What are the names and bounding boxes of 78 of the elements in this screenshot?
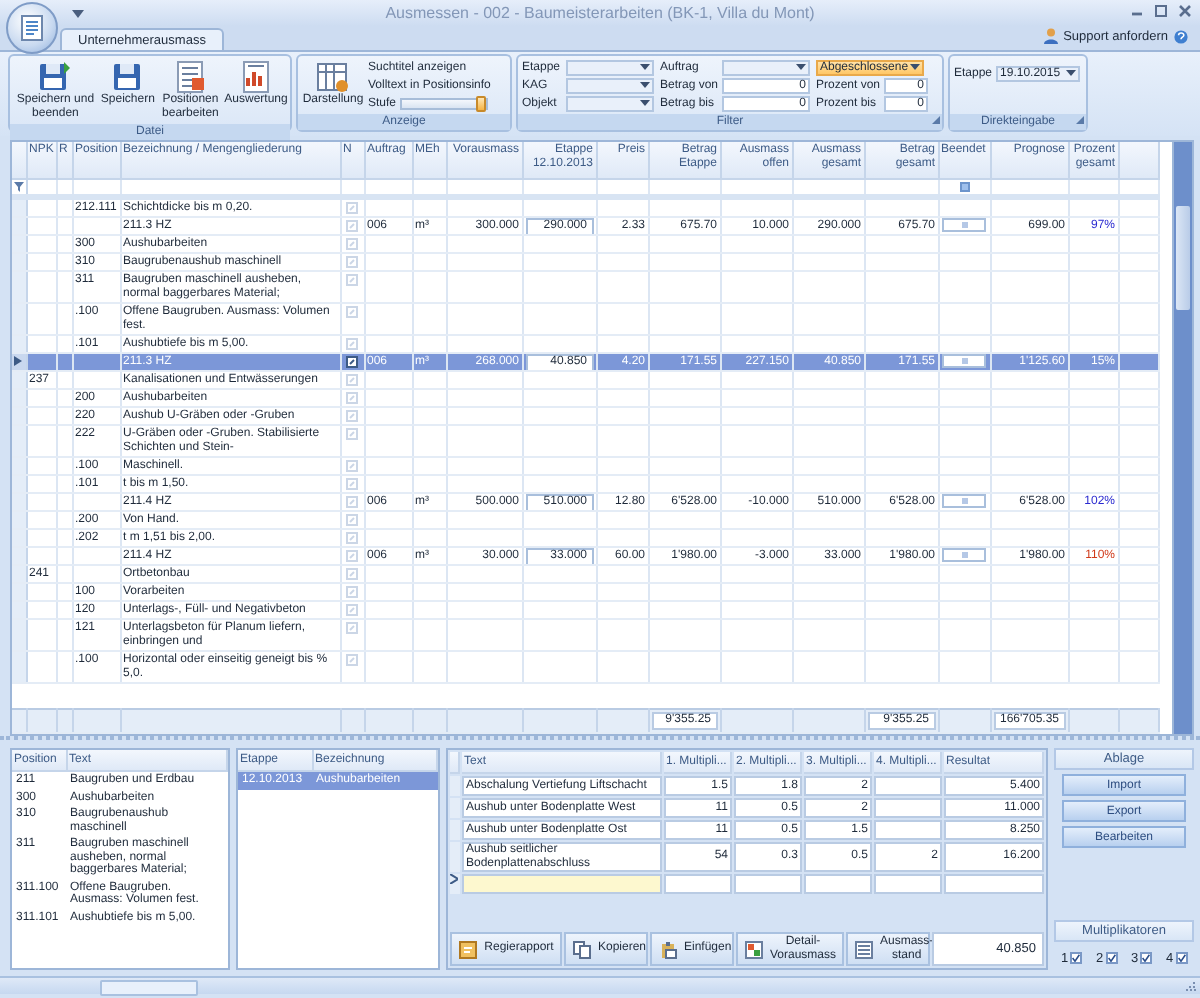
note-icon [346,513,358,525]
note-icon [346,391,358,403]
input-field[interactable] [874,820,942,840]
input-field[interactable] [944,874,1044,894]
checkbox-icon [959,181,969,191]
checkbox[interactable] [1175,952,1188,964]
note-icon [346,495,358,507]
note-icon [346,255,358,267]
note-icon [346,409,358,421]
report-icon [239,60,273,94]
note-icon [346,305,358,317]
expand-icon [932,116,940,124]
maximize-icon [1154,4,1168,18]
caret-icon [640,100,650,106]
input-field[interactable] [734,874,802,894]
checkbox[interactable] [1070,952,1083,964]
note-icon [346,477,358,489]
caret-icon [72,10,84,18]
save-icon [110,60,145,94]
paste-icon [658,939,678,959]
report-icon [458,939,478,959]
document-edit-icon [173,60,208,94]
note-icon [346,459,358,471]
list-icon [854,939,874,959]
check-icon [1107,954,1116,962]
window-title: Ausmessen - 002 - Baumeisterarbeiten (BK-1, Villa du Mont) [385,4,815,22]
checkbox[interactable] [1140,952,1153,964]
note-icon [346,273,358,285]
note-icon [346,219,358,231]
note-icon [346,337,358,349]
slider-track[interactable] [400,97,489,109]
combo-box[interactable] [566,95,654,111]
input-field[interactable] [874,798,942,818]
input-field[interactable] [874,776,942,796]
document-icon [18,14,46,42]
help-icon [1174,29,1188,43]
input-field[interactable] [874,874,942,894]
combo-box[interactable] [722,59,810,75]
slider-thumb[interactable] [475,95,486,111]
note-icon [346,427,358,439]
note-icon [346,549,358,561]
checkbox[interactable] [1105,952,1118,964]
new-row-icon [450,874,458,884]
current-row-icon [14,356,22,366]
check-icon [1142,954,1151,962]
input-field[interactable] [804,874,872,894]
caret-icon [910,64,921,70]
app-menu-button[interactable] [6,2,58,54]
resize-grip-icon [1184,980,1196,992]
scrollbar-thumb[interactable] [100,980,198,996]
scrollbar-thumb[interactable] [1176,206,1190,310]
note-icon [346,373,358,385]
input-field[interactable] [664,874,732,894]
note-icon [346,355,358,367]
expand-icon [1076,116,1084,124]
caret-icon [640,64,650,70]
close-icon [1178,4,1192,18]
caret-icon [1066,70,1077,76]
note-icon [346,653,358,665]
check-icon [1072,954,1081,962]
scrollbar[interactable] [1172,142,1192,734]
note-icon [346,531,358,543]
input-field[interactable] [462,874,662,894]
grid-icon [744,939,764,959]
note-icon [346,621,358,633]
table-view-icon [316,60,350,94]
copy-icon [572,939,592,959]
caret-icon [796,64,806,70]
combo-box[interactable] [566,77,654,93]
note-icon [346,237,358,249]
caret-icon [640,82,650,88]
note-icon [346,603,358,615]
person-icon [1043,28,1058,44]
note-icon [346,567,358,579]
note-icon [346,585,358,597]
check-icon [1177,954,1186,962]
save-exit-icon [38,60,73,94]
combo-box[interactable] [566,59,654,75]
